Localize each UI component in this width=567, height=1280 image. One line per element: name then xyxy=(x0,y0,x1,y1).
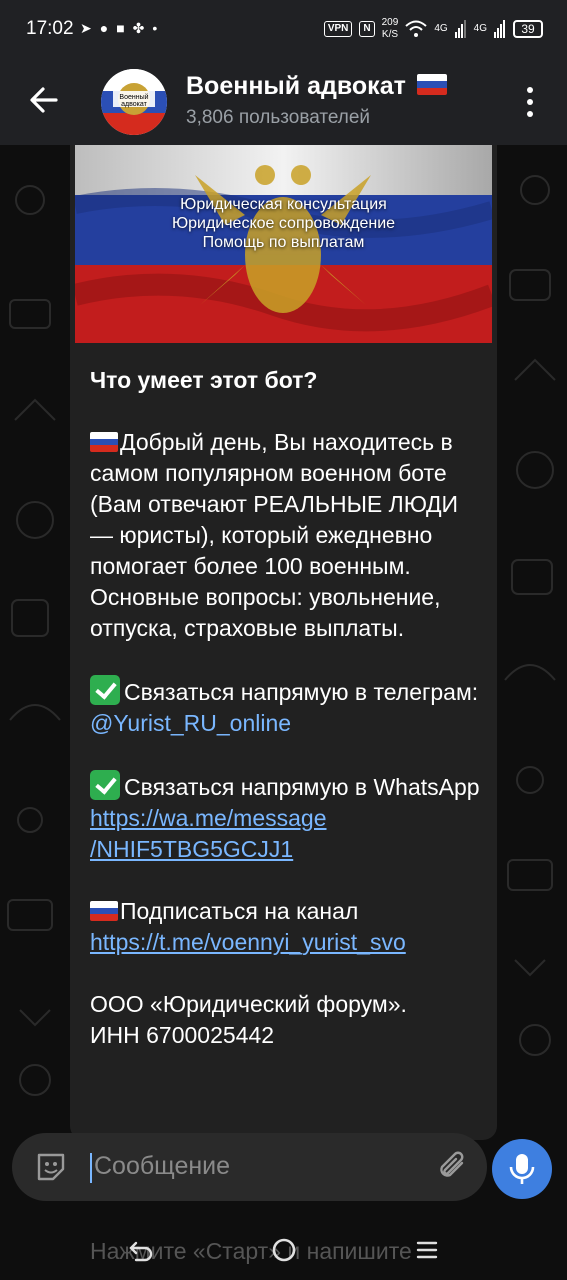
whatsapp-paragraph: Связаться напрямую в WhatsApp https://wa… xyxy=(90,770,485,865)
clover-icon: ✤ xyxy=(132,20,145,36)
chat-title-text: Военный адвокат xyxy=(186,72,406,100)
message-input-bar: Сообщение xyxy=(12,1133,487,1201)
check-mark-icon xyxy=(90,675,120,705)
nfc-icon: N xyxy=(359,21,375,37)
bot-banner-image: Юридическая консультация Юридическое соп… xyxy=(75,145,492,343)
telegram-icon: ➤ xyxy=(80,20,92,36)
chat-icon: ● xyxy=(99,20,109,36)
banner-line-1: Юридическая консультация xyxy=(180,196,387,213)
channel-text: Подписаться на канал xyxy=(120,898,359,924)
avatar-image: Военный адвокат xyxy=(101,69,167,135)
company-paragraph: ООО «Юридический форум». ИНН 6700025442 xyxy=(90,989,485,1051)
whatsapp-link[interactable]: https://wa.me/message/NHIF5TBG5GCJJ1 xyxy=(90,805,327,862)
intro-text: Добрый день, Вы находитесь в самом попул… xyxy=(90,429,459,641)
battery-icon: 39 xyxy=(513,20,543,38)
sticker-icon[interactable] xyxy=(34,1150,68,1184)
back-arrow-icon[interactable] xyxy=(28,84,60,116)
message-input[interactable]: Сообщение xyxy=(94,1152,230,1181)
net-speed-value: 209 xyxy=(381,17,399,28)
banner-line-3: Помощь по выплатам xyxy=(202,234,365,251)
avatar[interactable]: Военный адвокат xyxy=(101,69,167,135)
intro-paragraph: Добрый день, Вы находитесь в самом попул… xyxy=(90,427,485,644)
telegram-paragraph: Связаться напрямую в телеграм: @Yurist_R… xyxy=(90,675,485,739)
microphone-button[interactable] xyxy=(492,1139,552,1199)
more-options-icon[interactable] xyxy=(520,84,540,120)
bot-info-message: Юридическая консультация Юридическое соп… xyxy=(70,145,497,1140)
paperclip-icon[interactable] xyxy=(436,1149,470,1185)
message-title: Что умеет этот бот? xyxy=(90,367,318,393)
telegram-text: Связаться напрямую в телеграм: xyxy=(124,679,479,705)
avatar-text-2: адвокат xyxy=(121,101,147,108)
home-icon[interactable] xyxy=(271,1237,297,1263)
system-icons: VPN N 209 K/S 4G 4G 39 xyxy=(323,17,543,41)
russia-flag-icon xyxy=(90,901,118,921)
status-bar: 17:02 ➤ ● ■ ✤ • VPN N 209 K/S 4G 4G 39 xyxy=(0,0,567,60)
chat-subtitle: 3,806 пользователей xyxy=(186,107,371,128)
check-mark-icon xyxy=(90,770,120,800)
back-gesture-icon[interactable] xyxy=(128,1237,154,1263)
company-inn: ИНН 6700025442 xyxy=(90,1022,275,1048)
telegram-handle-link[interactable]: @Yurist_RU_online xyxy=(90,710,291,736)
dot-icon: • xyxy=(152,20,158,36)
channel-paragraph: Подписаться на канал https://t.me/voenny… xyxy=(90,896,485,958)
message-text: Что умеет этот бот? Добрый день, Вы нахо… xyxy=(90,365,485,1082)
notification-icons: ➤ ● ■ ✤ • xyxy=(80,20,157,36)
vpn-icon: VPN xyxy=(323,21,353,37)
net-speed-unit: K/S xyxy=(381,29,399,40)
avatar-text-1: Военный xyxy=(119,93,148,101)
signal-2-icon xyxy=(494,20,505,38)
whatsapp-link-part-1: https://wa.me/message xyxy=(90,805,327,831)
signal-2-label: 4G xyxy=(473,23,487,34)
net-speed: 209 K/S xyxy=(382,17,399,41)
status-time: 17:02 xyxy=(26,18,74,39)
text-cursor xyxy=(90,1153,92,1183)
channel-link[interactable]: https://t.me/voennyi_yurist_svo xyxy=(90,929,406,955)
whatsapp-link-part-2: /NHIF5TBG5GCJJ1 xyxy=(90,836,294,862)
company-name: ООО «Юридический форум». xyxy=(90,991,407,1017)
signal-1-icon xyxy=(454,20,466,38)
system-nav-bar xyxy=(0,1215,567,1280)
app-icon: ■ xyxy=(116,20,125,36)
wifi-icon xyxy=(405,20,427,37)
recent-apps-icon[interactable] xyxy=(414,1237,440,1263)
chat-header: Военный адвокат Военный адвокат 3,806 по… xyxy=(0,60,567,145)
microphone-icon xyxy=(509,1154,535,1184)
banner-text: Юридическая консультация Юридическое соп… xyxy=(75,195,492,252)
chat-title[interactable]: Военный адвокат xyxy=(186,72,449,101)
russia-flag-icon xyxy=(90,432,118,452)
whatsapp-text: Связаться напрямую в WhatsApp xyxy=(124,774,480,800)
banner-line-2: Юридическое сопровождение xyxy=(171,215,396,232)
signal-1-label: 4G xyxy=(434,23,448,34)
russia-flag-icon xyxy=(416,74,447,95)
